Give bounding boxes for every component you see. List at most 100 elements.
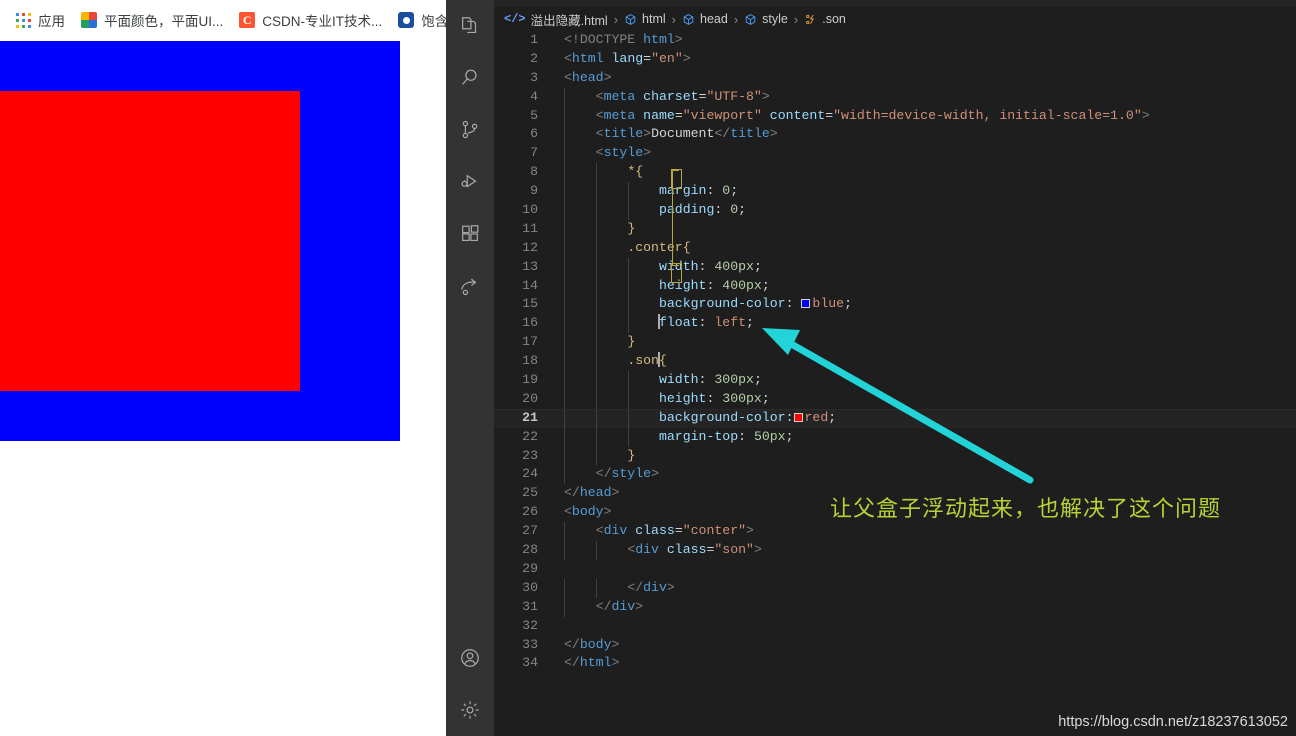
code-line[interactable]: 2 <html lang="en"> — [494, 50, 1296, 69]
code-text: .conter{ — [564, 240, 690, 255]
indent-guide — [595, 219, 597, 239]
code-line[interactable]: 8 *{ — [494, 163, 1296, 183]
line-number: 34 — [522, 655, 538, 671]
code-token: } — [627, 334, 636, 350]
code-token: "son" — [714, 542, 754, 558]
code-line[interactable]: 7 <style> — [494, 144, 1296, 164]
code-line[interactable]: 12 .conter{ — [494, 238, 1296, 258]
code-editor[interactable]: 1 <!DOCTYPE html> 2 <html lang="en"> 3 <head>… — [494, 31, 1296, 736]
color-swatch-icon[interactable] — [801, 299, 811, 309]
code-line[interactable]: 27 <div class="conter"> — [494, 522, 1296, 542]
code-line[interactable]: 14 height: 400px; — [494, 276, 1296, 296]
indent-guide — [564, 106, 565, 126]
source-control-icon[interactable] — [446, 104, 494, 156]
search-icon[interactable] — [446, 52, 494, 104]
indent-guide — [564, 182, 565, 202]
breadcrumb-item-head[interactable]: head — [682, 12, 728, 26]
code-line[interactable]: 34 </html> — [494, 654, 1296, 673]
color-swatch-icon[interactable] — [793, 412, 803, 422]
code-line[interactable]: 33 </body> — [494, 636, 1296, 655]
code-line[interactable]: 22 margin-top: 50px; — [494, 427, 1296, 447]
code-token: ; — [746, 315, 754, 331]
indent-guide — [595, 201, 597, 220]
code-line[interactable]: 4 <meta charset="UTF-8"> — [494, 87, 1296, 107]
code-token: 0 — [722, 183, 731, 199]
indent-guide — [564, 87, 565, 107]
code-token: </ — [627, 579, 644, 595]
code-line[interactable]: 20 height: 300px; — [494, 389, 1296, 409]
code-line[interactable]: 11 } — [494, 219, 1296, 239]
code-line[interactable]: 23 } — [494, 446, 1296, 466]
code-line[interactable]: 17 } — [494, 333, 1296, 353]
remote-explorer-icon[interactable] — [446, 260, 494, 312]
code-line[interactable]: 29 — [494, 560, 1296, 579]
code-line[interactable]: 5 <meta name="viewport" content="width=d… — [494, 106, 1296, 126]
code-line[interactable]: 32 — [494, 617, 1296, 636]
bookmark-label: 饱含诗 — [421, 14, 446, 29]
indent-guide — [564, 219, 565, 239]
line-number: 6 — [530, 126, 538, 142]
code-line[interactable]: 9 margin: 0; — [494, 182, 1296, 202]
code-token: Document — [651, 126, 715, 142]
code-line[interactable]: 18 .son{ — [494, 352, 1296, 372]
code-text: <!DOCTYPE html> — [564, 32, 683, 47]
breadcrumb: </> 溢出隐藏.html › html › head › style › .s… — [494, 7, 1296, 31]
run-and-debug-icon[interactable] — [446, 156, 494, 208]
code-line[interactable]: 16 float: left; — [494, 314, 1296, 334]
code-token: div — [635, 542, 667, 558]
line-number: 1 — [530, 32, 538, 47]
line-number: 7 — [530, 145, 538, 161]
bookmark-apps[interactable]: 应用 — [10, 6, 71, 34]
line-number: 2 — [530, 50, 538, 66]
breadcrumb-item-son[interactable]: .son — [804, 12, 846, 26]
editor-tab-strip[interactable] — [494, 0, 1296, 7]
code-line[interactable]: 10 padding: 0; — [494, 201, 1296, 220]
code-line[interactable]: 3 <head> — [494, 69, 1296, 88]
code-line[interactable]: 15 background-color: blue; — [494, 295, 1296, 315]
indent-guide — [595, 408, 597, 428]
code-line[interactable]: 6 <title>Document</title> — [494, 125, 1296, 145]
indent-guide — [564, 446, 565, 466]
activity-bar-bottom — [446, 632, 494, 736]
code-token: ; — [761, 390, 770, 406]
bookmark-color-palette[interactable]: 平面颜色，平面UI... — [75, 6, 229, 34]
code-line[interactable]: 31 </div> — [494, 597, 1296, 617]
extensions-icon[interactable] — [446, 208, 494, 260]
bookmark-label: CSDN-专业IT技术... — [262, 14, 383, 29]
rendered-page-viewport — [0, 40, 446, 736]
code-line[interactable]: 19 width: 300px; — [494, 371, 1296, 390]
code-token: ; — [761, 277, 770, 293]
indent-guide — [595, 295, 597, 315]
code-token: ; — [828, 409, 837, 425]
breadcrumb-item-style[interactable]: style — [744, 12, 788, 26]
code-token: red — [804, 409, 829, 425]
code-line[interactable]: 1 <!DOCTYPE html> — [494, 31, 1296, 50]
breadcrumb-item-html[interactable]: html — [624, 12, 666, 26]
explorer-icon[interactable] — [446, 0, 494, 52]
code-token: > — [651, 466, 659, 482]
bookmark-blue-site[interactable]: 饱含诗 — [392, 6, 446, 34]
code-text: margin-top: 50px; — [564, 429, 794, 444]
indent-guide — [564, 427, 565, 447]
code-line[interactable]: 21 background-color: red; — [494, 408, 1296, 428]
settings-gear-icon[interactable] — [446, 684, 494, 736]
code-line[interactable]: 13 width: 400px; — [494, 257, 1296, 277]
code-token: height — [658, 277, 707, 293]
bookmark-csdn[interactable]: C CSDN-专业IT技术... — [233, 6, 388, 34]
account-icon[interactable] — [446, 632, 494, 684]
line-number: 12 — [522, 239, 538, 255]
code-token: } — [627, 220, 636, 236]
line-number: 26 — [522, 504, 538, 520]
indent-guide — [595, 427, 597, 447]
code-text: <head> — [564, 70, 612, 85]
code-line[interactable]: 30 </div> — [494, 578, 1296, 598]
code-token: head — [571, 69, 604, 85]
code-token: </ — [595, 466, 612, 482]
breadcrumb-file[interactable]: </> 溢出隐藏.html — [504, 10, 608, 29]
code-token: 400px — [722, 277, 762, 293]
code-line[interactable]: 28 <div class="son"> — [494, 541, 1296, 560]
code-line[interactable]: 24 </style> — [494, 465, 1296, 485]
code-token: : — [706, 390, 723, 406]
